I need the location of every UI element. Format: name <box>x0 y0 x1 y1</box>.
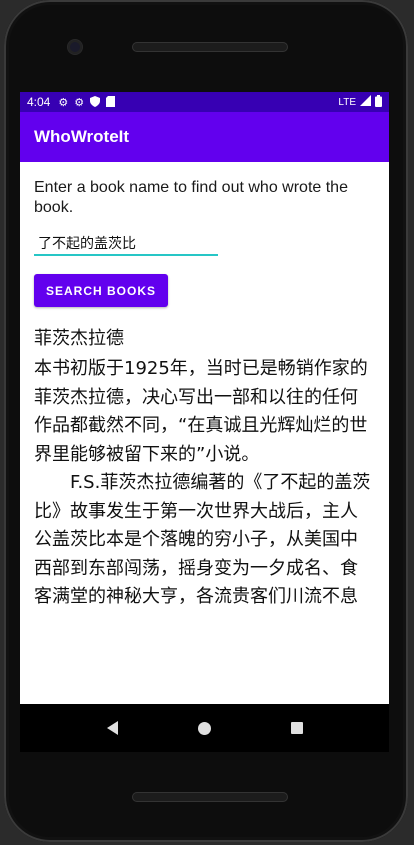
power-button[interactable] <box>410 230 414 270</box>
author-text: 菲茨杰拉德 <box>34 328 124 349</box>
description-paragraph: 本书初版于1925年，当时已是畅销作家的菲茨杰拉德，决心写出一部和以往的任何作品… <box>34 358 368 465</box>
main-content: Enter a book name to find out who wrote … <box>20 162 389 612</box>
search-books-button[interactable]: SEARCH BOOKS <box>34 274 168 307</box>
status-time: 4:04 <box>27 95 51 109</box>
app-bar: WhoWroteIt <box>20 112 389 162</box>
book-name-input[interactable] <box>34 233 222 253</box>
recents-icon[interactable] <box>290 722 303 734</box>
instruction-text: Enter a book name to find out who wrote … <box>34 179 348 216</box>
shield-icon <box>90 95 101 109</box>
bottom-speaker <box>132 792 288 802</box>
book-description: 本书初版于1925年，当时已是畅销作家的菲茨杰拉德，决心写出一部和以往的任何作品… <box>34 355 375 612</box>
back-icon[interactable] <box>106 721 118 735</box>
book-input-container <box>34 233 222 256</box>
navigation-bar <box>20 704 389 752</box>
device-screen: 4:04 ⚙ ⚙ LTE WhoWroteIt Enter a book nam… <box>20 92 389 704</box>
sd-card-icon <box>106 95 116 109</box>
status-bar: 4:04 ⚙ ⚙ LTE <box>20 92 389 112</box>
network-type: LTE <box>338 96 356 108</box>
top-speaker <box>132 42 288 52</box>
front-camera <box>68 40 82 54</box>
app-title: WhoWroteIt <box>34 127 130 146</box>
description-paragraph: F.S.菲茨杰拉德编著的《了不起的盖茨比》故事发生于第一次世界大战后，主人公盖茨… <box>34 472 371 607</box>
gear-icon: ⚙ <box>58 95 69 109</box>
battery-icon <box>375 94 382 110</box>
home-icon[interactable] <box>197 721 211 735</box>
volume-button[interactable] <box>410 150 414 210</box>
gear-icon: ⚙ <box>74 95 85 109</box>
signal-icon <box>360 95 371 109</box>
